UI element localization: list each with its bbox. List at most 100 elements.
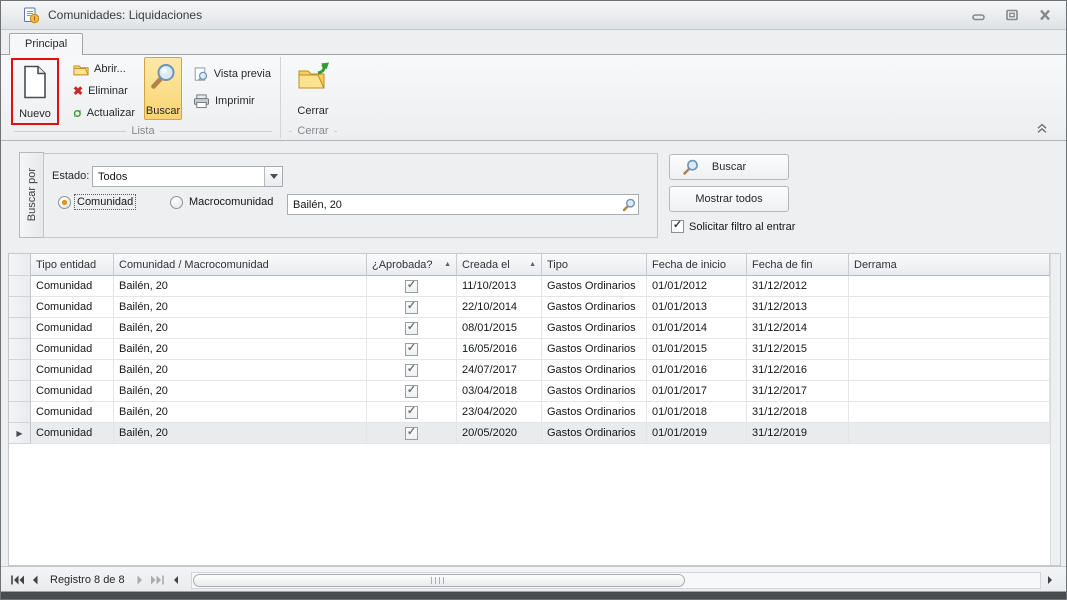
grid-cell[interactable]: Comunidad: [31, 276, 114, 297]
grid-cell[interactable]: 01/01/2017: [647, 381, 747, 402]
grid-cell[interactable]: Bailén, 20: [114, 360, 367, 381]
grid-cell[interactable]: 31/12/2013: [747, 297, 849, 318]
community-search-input[interactable]: [288, 198, 619, 211]
minimize-button[interactable]: [965, 7, 992, 24]
grid-cell[interactable]: Gastos Ordinarios: [542, 318, 647, 339]
grid-cell[interactable]: 22/10/2014: [457, 297, 542, 318]
column-header[interactable]: Creada el ▲: [457, 254, 542, 276]
previous-record-button[interactable]: [26, 571, 44, 589]
grid-cell[interactable]: Bailén, 20: [114, 339, 367, 360]
grid-cell[interactable]: Comunidad: [31, 381, 114, 402]
aprobada-cell[interactable]: ✓: [367, 402, 457, 423]
buscar-por-side-tab[interactable]: Buscar por: [19, 152, 44, 238]
grid-cell[interactable]: 23/04/2020: [457, 402, 542, 423]
row-selector[interactable]: [9, 402, 31, 423]
close-button[interactable]: [1031, 7, 1058, 24]
radio-macrocomunidad[interactable]: Macrocomunidad: [170, 195, 275, 209]
buscar-button[interactable]: Buscar: [669, 154, 789, 180]
actualizar-button[interactable]: Actualizar: [69, 103, 139, 123]
aprobada-cell[interactable]: ✓: [367, 423, 457, 444]
grid-cell[interactable]: [849, 381, 1050, 402]
grid-cell[interactable]: 31/12/2014: [747, 318, 849, 339]
row-selector[interactable]: [9, 360, 31, 381]
grid-cell[interactable]: Comunidad: [31, 339, 114, 360]
grid-cell[interactable]: Comunidad: [31, 360, 114, 381]
column-header[interactable]: Fecha de fin: [747, 254, 849, 276]
grid-cell[interactable]: 01/01/2012: [647, 276, 747, 297]
grid-cell[interactable]: [849, 318, 1050, 339]
aprobada-cell[interactable]: ✓: [367, 318, 457, 339]
grid-cell[interactable]: 31/12/2017: [747, 381, 849, 402]
row-selector[interactable]: [9, 297, 31, 318]
aprobada-cell[interactable]: ✓: [367, 297, 457, 318]
grid-cell[interactable]: Comunidad: [31, 423, 114, 444]
row-selector[interactable]: [9, 276, 31, 297]
grid-cell[interactable]: [849, 402, 1050, 423]
column-header[interactable]: Comunidad / Macrocomunidad: [114, 254, 367, 276]
grid-cell[interactable]: Comunidad: [31, 402, 114, 423]
grid-cell[interactable]: 31/12/2018: [747, 402, 849, 423]
estado-combobox[interactable]: Todos: [92, 166, 283, 187]
grid-cell[interactable]: Bailén, 20: [114, 423, 367, 444]
grid-cell[interactable]: Gastos Ordinarios: [542, 339, 647, 360]
collapse-ribbon-button[interactable]: [1036, 123, 1050, 135]
aprobada-cell[interactable]: ✓: [367, 339, 457, 360]
grid-cell[interactable]: [849, 276, 1050, 297]
column-header[interactable]: Tipo entidad: [31, 254, 114, 276]
grid-cell[interactable]: 11/10/2013: [457, 276, 542, 297]
grid-cell[interactable]: Bailén, 20: [114, 297, 367, 318]
grid-cell[interactable]: 16/05/2016: [457, 339, 542, 360]
grid-cell[interactable]: 01/01/2018: [647, 402, 747, 423]
grid-cell[interactable]: 24/07/2017: [457, 360, 542, 381]
grid-cell[interactable]: 31/12/2016: [747, 360, 849, 381]
column-header[interactable]: Tipo: [542, 254, 647, 276]
grid-cell[interactable]: 01/01/2016: [647, 360, 747, 381]
grid-cell[interactable]: Gastos Ordinarios: [542, 423, 647, 444]
grid-cell[interactable]: Bailén, 20: [114, 381, 367, 402]
aprobada-cell[interactable]: ✓: [367, 276, 457, 297]
grid-cell[interactable]: Gastos Ordinarios: [542, 360, 647, 381]
grid-cell[interactable]: 31/12/2019: [747, 423, 849, 444]
grid-cell[interactable]: 01/01/2019: [647, 423, 747, 444]
grid-cell[interactable]: Gastos Ordinarios: [542, 402, 647, 423]
grid-cell[interactable]: 31/12/2015: [747, 339, 849, 360]
restore-button[interactable]: [998, 7, 1025, 24]
grid-cell[interactable]: Comunidad: [31, 297, 114, 318]
cerrar-button[interactable]: Cerrar: [291, 57, 335, 120]
nuevo-button[interactable]: Nuevo: [13, 60, 57, 123]
grid-cell[interactable]: [849, 423, 1050, 444]
row-selector[interactable]: ▶: [9, 423, 31, 444]
column-header[interactable]: Derrama: [849, 254, 1050, 276]
grid-cell[interactable]: Bailén, 20: [114, 318, 367, 339]
radio-comunidad[interactable]: Comunidad: [58, 194, 137, 210]
solicitar-filtro-checkbox[interactable]: ✓ Solicitar filtro al entrar: [671, 220, 795, 233]
scrollbar-thumb[interactable]: [192, 573, 685, 587]
eliminar-button[interactable]: ✖ Eliminar: [69, 81, 139, 101]
buscar-ribbon-button[interactable]: Buscar: [143, 57, 183, 120]
imprimir-button[interactable]: Imprimir: [189, 91, 275, 111]
grid-cell[interactable]: [849, 297, 1050, 318]
grid-cell[interactable]: [849, 360, 1050, 381]
vista-previa-button[interactable]: Vista previa: [189, 64, 275, 84]
grid-cell[interactable]: Bailén, 20: [114, 402, 367, 423]
row-selector[interactable]: [9, 381, 31, 402]
aprobada-cell[interactable]: ✓: [367, 381, 457, 402]
grid-cell[interactable]: 01/01/2013: [647, 297, 747, 318]
tab-principal[interactable]: Principal: [9, 33, 84, 55]
grid-cell[interactable]: 01/01/2015: [647, 339, 747, 360]
column-header[interactable]: ¿Aprobada? ▲: [367, 254, 457, 276]
mostrar-todos-button[interactable]: Mostrar todos: [669, 186, 789, 212]
grid-cell[interactable]: 20/05/2020: [457, 423, 542, 444]
aprobada-cell[interactable]: ✓: [367, 360, 457, 381]
next-record-button[interactable]: [131, 571, 149, 589]
grid-cell[interactable]: Gastos Ordinarios: [542, 276, 647, 297]
grid-cell[interactable]: Gastos Ordinarios: [542, 381, 647, 402]
scroll-right-button[interactable]: [1041, 571, 1059, 589]
abrir-button[interactable]: Abrir...: [69, 59, 139, 79]
row-selector[interactable]: [9, 339, 31, 360]
first-record-button[interactable]: [8, 571, 26, 589]
combo-dropdown-button[interactable]: [264, 167, 282, 186]
grid-cell[interactable]: [849, 339, 1050, 360]
grid-cell[interactable]: Comunidad: [31, 318, 114, 339]
vertical-scrollbar-track[interactable]: [1050, 254, 1060, 565]
